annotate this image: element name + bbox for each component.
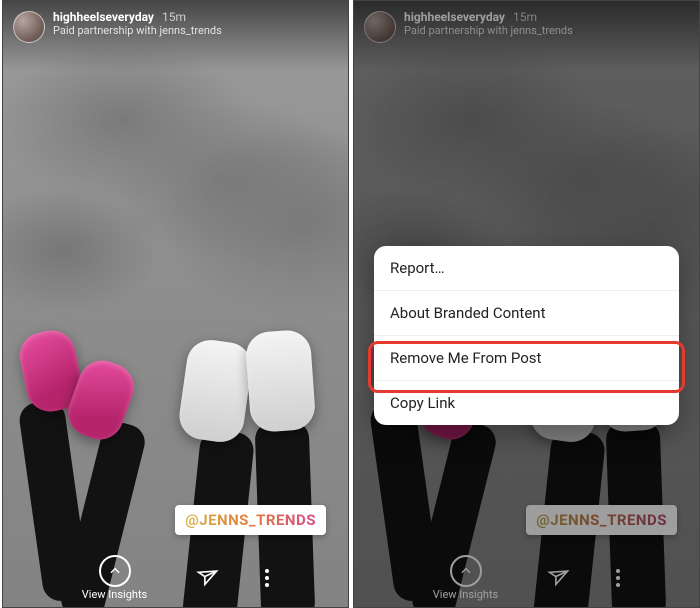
more-vertical-icon[interactable] <box>265 569 269 587</box>
partner-handle[interactable]: jenns_trends <box>160 24 222 37</box>
comparison-image: highheelseveryday 15m Paid partnership w… <box>0 0 700 608</box>
story-header[interactable]: highheelseveryday 15m Paid partnership w… <box>3 7 348 47</box>
mention-sticker-text: @JENNS_TRENDS <box>185 511 316 529</box>
menu-item-report[interactable]: Report… <box>374 246 679 291</box>
menu-item-copy-link[interactable]: Copy Link <box>374 381 679 425</box>
paper-plane-icon[interactable] <box>195 565 217 591</box>
insights-label: View Insights <box>82 588 147 601</box>
partnership-label[interactable]: Paid partnership with jenns_trends <box>53 25 222 38</box>
mention-sticker[interactable]: @JENNS_TRENDS <box>175 505 326 535</box>
partnership-prefix: Paid partnership with <box>53 24 160 37</box>
story-bottom-bar: View Insights <box>3 555 348 601</box>
avatar-icon[interactable] <box>13 11 45 43</box>
menu-item-about-branded[interactable]: About Branded Content <box>374 291 679 336</box>
story-view-menu-open: highheelseveryday 15m Paid partnership w… <box>353 0 700 608</box>
chevron-up-icon <box>99 555 131 587</box>
story-view-normal: highheelseveryday 15m Paid partnership w… <box>2 0 349 608</box>
timestamp-label: 15m <box>162 11 186 25</box>
username-label[interactable]: highheelseveryday <box>53 11 154 25</box>
menu-item-remove-me[interactable]: Remove Me From Post <box>374 336 679 381</box>
action-sheet: Report… About Branded Content Remove Me … <box>374 246 679 425</box>
story-header-text: highheelseveryday 15m Paid partnership w… <box>53 11 222 37</box>
view-insights-button[interactable]: View Insights <box>82 555 147 601</box>
